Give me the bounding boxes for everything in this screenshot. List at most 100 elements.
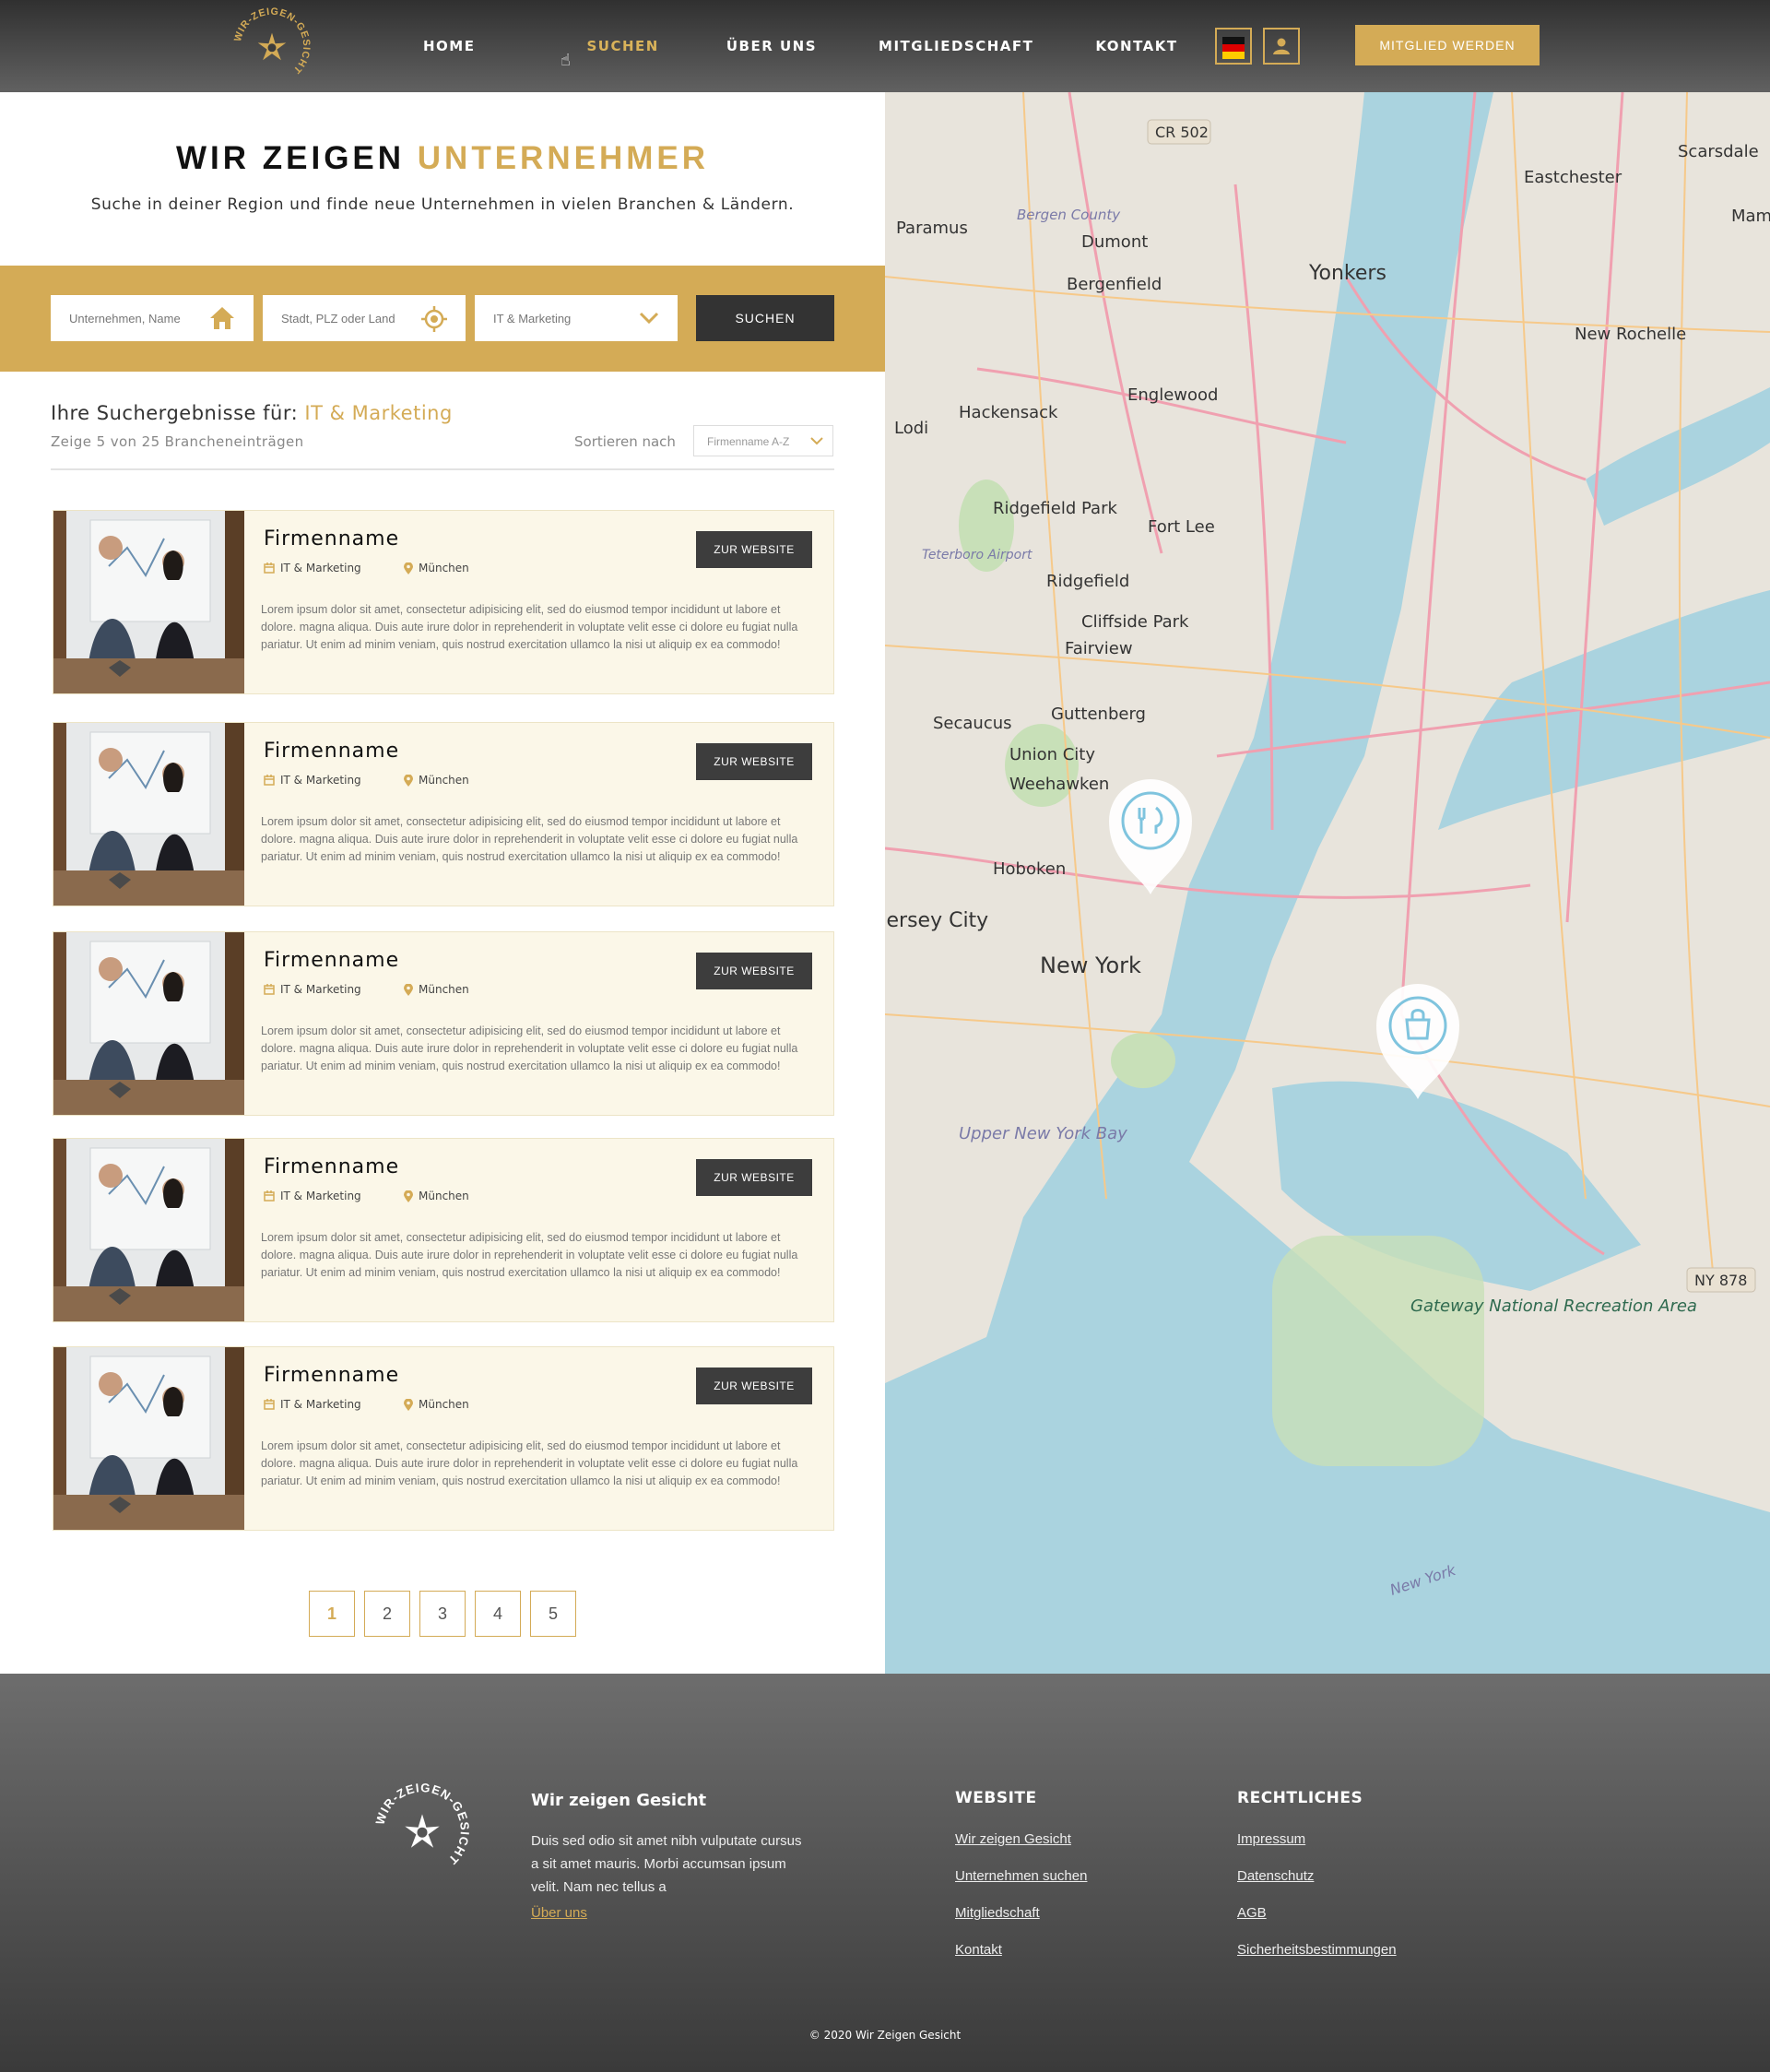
visit-website-button[interactable]: ZUR WEBSITE [696, 531, 812, 568]
category-select[interactable]: IT & Marketing [475, 295, 678, 341]
page-button-5[interactable]: 5 [530, 1591, 576, 1637]
company-location: München [404, 562, 469, 574]
company-card: Firmenname IT & Marketing München ZUR WEBSI… [53, 510, 834, 694]
search-button[interactable]: SUCHEN [696, 295, 834, 341]
company-card: Firmenname IT & Marketing München ZUR WEBSI… [53, 1138, 834, 1322]
map-label: Teterboro Airport [922, 548, 1032, 562]
page-subtitle: Suche in deiner Region und finde neue Un… [90, 195, 795, 214]
map-label: Fairview [1065, 639, 1133, 658]
page-button-1[interactable]: 1 [309, 1591, 355, 1637]
company-category: IT & Marketing [264, 774, 361, 787]
map-pin-icon [404, 1398, 413, 1411]
page-button-3[interactable]: 3 [419, 1591, 466, 1637]
footer-link-mitgliedschaft[interactable]: Mitgliedschaft [955, 1905, 1040, 1921]
footer-legal-title: RECHTLICHES [1237, 1789, 1363, 1807]
map-label: Eastchester [1524, 168, 1622, 187]
company-description: Lorem ipsum dolor sit amet, consectetur … [261, 603, 798, 651]
footer-link-unternehmen-suchen[interactable]: Unternehmen suchen [955, 1868, 1087, 1884]
calendar-icon [264, 1190, 275, 1202]
map-label: Scarsdale [1678, 142, 1759, 161]
results-divider [51, 468, 834, 470]
sort-select-value: Firmenname A-Z [707, 435, 790, 448]
visit-website-button[interactable]: ZUR WEBSITE [696, 743, 812, 780]
footer-brand: Wir zeigen Gesicht [531, 1791, 707, 1810]
page: { "header": { "logo_text": "WIR-ZEIGEN-G… [0, 0, 1770, 2072]
nav-mitgliedschaft[interactable]: MITGLIEDSCHAFT [879, 38, 1033, 54]
company-description: Lorem ipsum dolor sit amet, consectetur … [261, 1439, 798, 1487]
nav-ueber-uns[interactable]: ÜBER UNS [726, 38, 817, 54]
map-label: Upper New York Bay [959, 1124, 1127, 1143]
user-icon [1273, 38, 1290, 54]
nav-kontakt[interactable]: KONTAKT [1095, 38, 1177, 54]
nav-suchen[interactable]: SUCHEN [586, 38, 658, 54]
company-card: Firmenname IT & Marketing München ZUR WEBSI… [53, 1346, 834, 1531]
visit-website-button[interactable]: ZUR WEBSITE [696, 1368, 812, 1404]
map-label: Gateway National Recreation Area [1410, 1296, 1697, 1316]
map-view[interactable]: CR 502 Scarsdale Eastchester Mamaroneck … [885, 92, 1770, 1674]
map-label: NY 878 [1694, 1272, 1747, 1289]
map-pin-icon [404, 774, 413, 787]
map-pin-icon [404, 562, 413, 574]
footer-logo-icon[interactable]: WIR-ZEIGEN-GESICHT [372, 1780, 473, 1881]
map-label: Mamaroneck [1731, 207, 1770, 226]
company-name[interactable]: Firmenname [264, 1364, 399, 1387]
map-label: Dumont [1081, 232, 1148, 252]
map-label: Ridgefield Park [993, 499, 1117, 518]
page-button-4[interactable]: 4 [475, 1591, 521, 1637]
company-photo[interactable] [53, 511, 244, 693]
footer-about-link[interactable]: Über uns [531, 1905, 587, 1921]
location-search-input[interactable]: Stadt, PLZ oder Land [263, 295, 466, 341]
become-member-button[interactable]: MITGLIED WERDEN [1355, 25, 1540, 65]
logo-icon[interactable]: WIR-ZEIGEN-GESICHT [230, 5, 313, 88]
company-photo[interactable] [53, 723, 244, 906]
company-description: Lorem ipsum dolor sit amet, consectetur … [261, 1231, 798, 1279]
map-label: Yonkers [1308, 262, 1386, 285]
map-label: Guttenberg [1051, 704, 1146, 724]
results-count: Zeige 5 von 25 Brancheneinträgen [51, 433, 304, 450]
company-photo[interactable] [53, 1347, 244, 1530]
calendar-icon [264, 562, 275, 574]
map-pin-icon [404, 983, 413, 996]
map-label: Jersey City [885, 909, 988, 932]
company-card: Firmenname IT & Marketing München ZUR WEBSI… [53, 722, 834, 906]
company-name[interactable]: Firmenname [264, 527, 399, 551]
results-title: Ihre Suchergebnisse für: IT & Marketing [51, 402, 453, 424]
company-name[interactable]: Firmenname [264, 1155, 399, 1178]
company-description: Lorem ipsum dolor sit amet, consectetur … [261, 1024, 798, 1072]
sort-select[interactable]: Firmenname A-Z [693, 425, 833, 456]
visit-website-button[interactable]: ZUR WEBSITE [696, 1159, 812, 1196]
map-label: Fort Lee [1148, 517, 1215, 537]
company-name[interactable]: Firmenname [264, 949, 399, 972]
footer-link-sicherheitsbestimmungen[interactable]: Sicherheitsbestimmungen [1237, 1942, 1397, 1958]
footer-link-impressum[interactable]: Impressum [1237, 1831, 1305, 1847]
company-category: IT & Marketing [264, 1190, 361, 1202]
company-search-input[interactable]: Unternehmen, Name [51, 295, 254, 341]
locate-icon[interactable] [421, 306, 447, 332]
company-photo[interactable] [53, 1139, 244, 1321]
footer-link-wir-zeigen-gesicht[interactable]: Wir zeigen Gesicht [955, 1831, 1071, 1847]
mouse-cursor-icon: ☝ [560, 51, 571, 70]
home-icon [210, 307, 234, 329]
nav-home[interactable]: HOME [423, 38, 475, 54]
company-location: München [404, 983, 469, 996]
company-category: IT & Marketing [264, 562, 361, 574]
company-name[interactable]: Firmenname [264, 740, 399, 763]
footer-link-kontakt[interactable]: Kontakt [955, 1942, 1002, 1958]
footer-website-title: WEBSITE [955, 1789, 1037, 1807]
company-photo[interactable] [53, 932, 244, 1115]
company-category: IT & Marketing [264, 983, 361, 996]
map-label: Cliffside Park [1081, 612, 1189, 632]
visit-website-button[interactable]: ZUR WEBSITE [696, 953, 812, 989]
meeting-photo-image [53, 511, 244, 693]
meeting-photo-image [53, 1139, 244, 1321]
footer-link-datenschutz[interactable]: Datenschutz [1237, 1868, 1314, 1884]
location-search-placeholder: Stadt, PLZ oder Land [281, 311, 395, 326]
company-location: München [404, 1398, 469, 1411]
chevron-down-icon [810, 437, 823, 445]
page-button-2[interactable]: 2 [364, 1591, 410, 1637]
calendar-icon [264, 984, 275, 995]
language-flag-icon[interactable] [1215, 28, 1252, 65]
category-select-value: IT & Marketing [493, 311, 572, 326]
footer-link-agb[interactable]: AGB [1237, 1905, 1267, 1921]
user-account-button[interactable] [1263, 28, 1300, 65]
